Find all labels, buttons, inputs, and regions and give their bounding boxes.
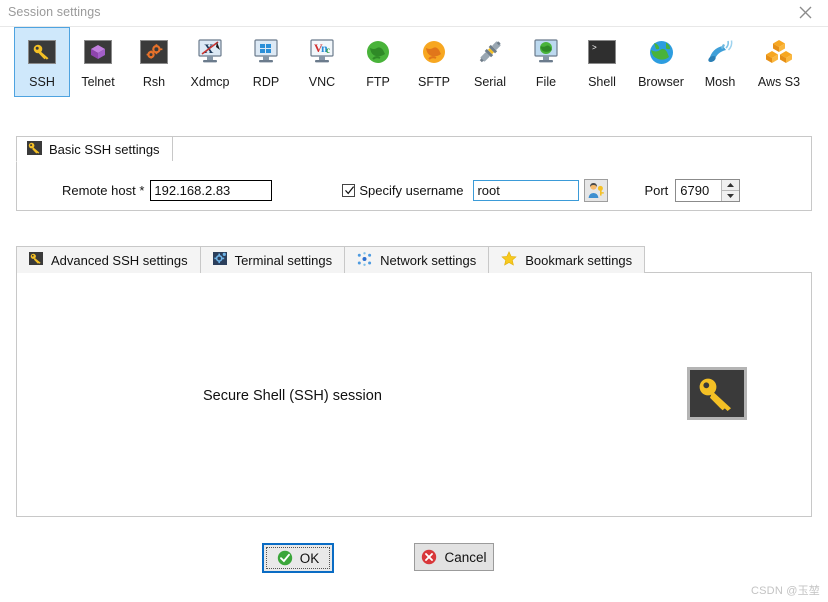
specify-username-label: Specify username [359,182,464,198]
protocol-label: Xdmcp [190,75,230,89]
window-title: Session settings [8,5,101,19]
protocol-label: Shell [588,75,616,89]
remote-host-label: Remote host * [62,182,145,198]
serial-plug-icon [474,36,506,68]
protocol-serial[interactable]: Serial [462,27,518,97]
protocol-ftp[interactable]: FTP [350,27,406,97]
svg-text:>: > [592,44,597,53]
protocol-mosh[interactable]: Mosh [692,27,748,97]
group-tab-label: Basic SSH settings [49,141,160,157]
spinner-down-button[interactable] [722,190,740,201]
protocol-ssh[interactable]: SSH [14,27,70,97]
protocol-label: FTP [366,75,390,89]
protocol-aws-s3[interactable]: Aws S3 [748,27,810,97]
port-spinner-buttons[interactable] [721,179,740,201]
tab-network-settings[interactable]: Network settings [344,246,490,273]
user-key-icon [589,182,605,198]
spinner-up-button[interactable] [722,179,740,191]
network-nodes-icon [357,251,372,269]
protocol-sftp[interactable]: SFTP [406,27,462,97]
close-icon [799,6,811,19]
protocol-label: Mosh [704,75,736,89]
ssh-key-icon [26,36,58,68]
ftp-green-globe-icon [362,36,394,68]
protocol-toolbar: SSH Telnet Rsh Xdmcp RDP V n c VNC FTP S… [0,27,828,107]
protocol-label: Browser [638,75,684,89]
protocol-file[interactable]: File [518,27,574,97]
mosh-satellite-icon [704,36,736,68]
watermark: CSDN @玉堃 [751,585,820,597]
check-circle-icon [277,550,292,566]
tab-label: Network settings [380,252,477,268]
port-label: Port [644,182,669,198]
protocol-xdmcp[interactable]: X Xdmcp [182,27,238,97]
shell-prompt-icon: > [586,36,618,68]
tab-label: Advanced SSH settings [51,252,188,268]
remote-host-input[interactable]: 192.168.2.83 [150,179,273,201]
protocol-label: Serial [474,75,506,89]
rsh-gears-icon [138,36,170,68]
protocol-label: SFTP [418,75,450,89]
protocol-label: Rsh [142,75,166,89]
protocol-vnc[interactable]: V n c VNC [294,27,350,97]
basic-ssh-settings-tab[interactable]: Basic SSH settings [16,136,173,162]
telnet-cube-icon [82,36,114,68]
protocol-label: SSH [29,75,55,89]
close-button[interactable] [782,0,828,25]
xdmcp-x-monitor-icon: X [194,36,226,68]
protocol-label: RDP [252,75,280,89]
ok-button-label: OK [299,550,320,566]
cancel-button-label: Cancel [444,549,487,565]
protocol-rdp[interactable]: RDP [238,27,294,97]
cancel-button[interactable]: Cancel [414,543,494,571]
protocol-browser[interactable]: Browser [630,27,692,97]
focus-outline [266,547,330,569]
protocol-rsh[interactable]: Rsh [126,27,182,97]
checkbox-box [342,183,356,197]
tab-bookmark-settings[interactable]: Bookmark settings [488,246,646,273]
terminal-gear-icon [212,252,227,268]
basic-settings-form-row: Remote host * 192.168.2.83 Specify usern… [16,170,812,210]
spinner-down-icon [727,193,735,198]
username-input[interactable]: root [473,179,580,201]
protocol-label: VNC [308,75,336,89]
star-icon [501,251,517,269]
rdp-windows-monitor-icon [250,36,282,68]
browser-globe-icon [645,36,677,68]
group-tab-seam [17,161,177,163]
protocol-shell[interactable]: > Shell [574,27,630,97]
cancel-circle-icon [422,549,437,565]
tab-terminal-settings[interactable]: Terminal settings [199,246,346,273]
file-globe-monitor-icon [530,36,562,68]
port-value[interactable]: 6790 [676,180,721,201]
ssh-key-icon [27,140,42,158]
sftp-orange-globe-icon [418,36,450,68]
session-description: Secure Shell (SSH) session [203,388,382,404]
specify-username-checkbox[interactable]: Specify username [342,183,463,198]
ok-button[interactable]: OK [262,543,334,573]
ssh-key-icon [29,252,43,268]
port-stepper[interactable]: 6790 [675,178,741,202]
protocol-telnet[interactable]: Telnet [70,27,126,97]
protocol-label: Aws S3 [757,75,801,89]
settings-tab-strip: Advanced SSH settings Terminal settings [16,246,812,273]
protocol-label: Telnet [81,75,115,89]
tab-label: Terminal settings [234,252,333,268]
svg-text:c: c [326,45,330,55]
tab-label: Bookmark settings [525,252,633,268]
tab-advanced-ssh-settings[interactable]: Advanced SSH settings [16,246,201,273]
ssh-key-large-icon [687,367,747,420]
spinner-up-icon [727,182,735,187]
title-bar: Session settings [0,0,828,27]
check-icon [345,185,355,194]
protocol-label: File [535,75,557,89]
vnc-monitor-icon: V n c [306,36,338,68]
username-picker-button[interactable] [584,178,609,202]
aws-s3-cubes-icon [763,36,795,68]
